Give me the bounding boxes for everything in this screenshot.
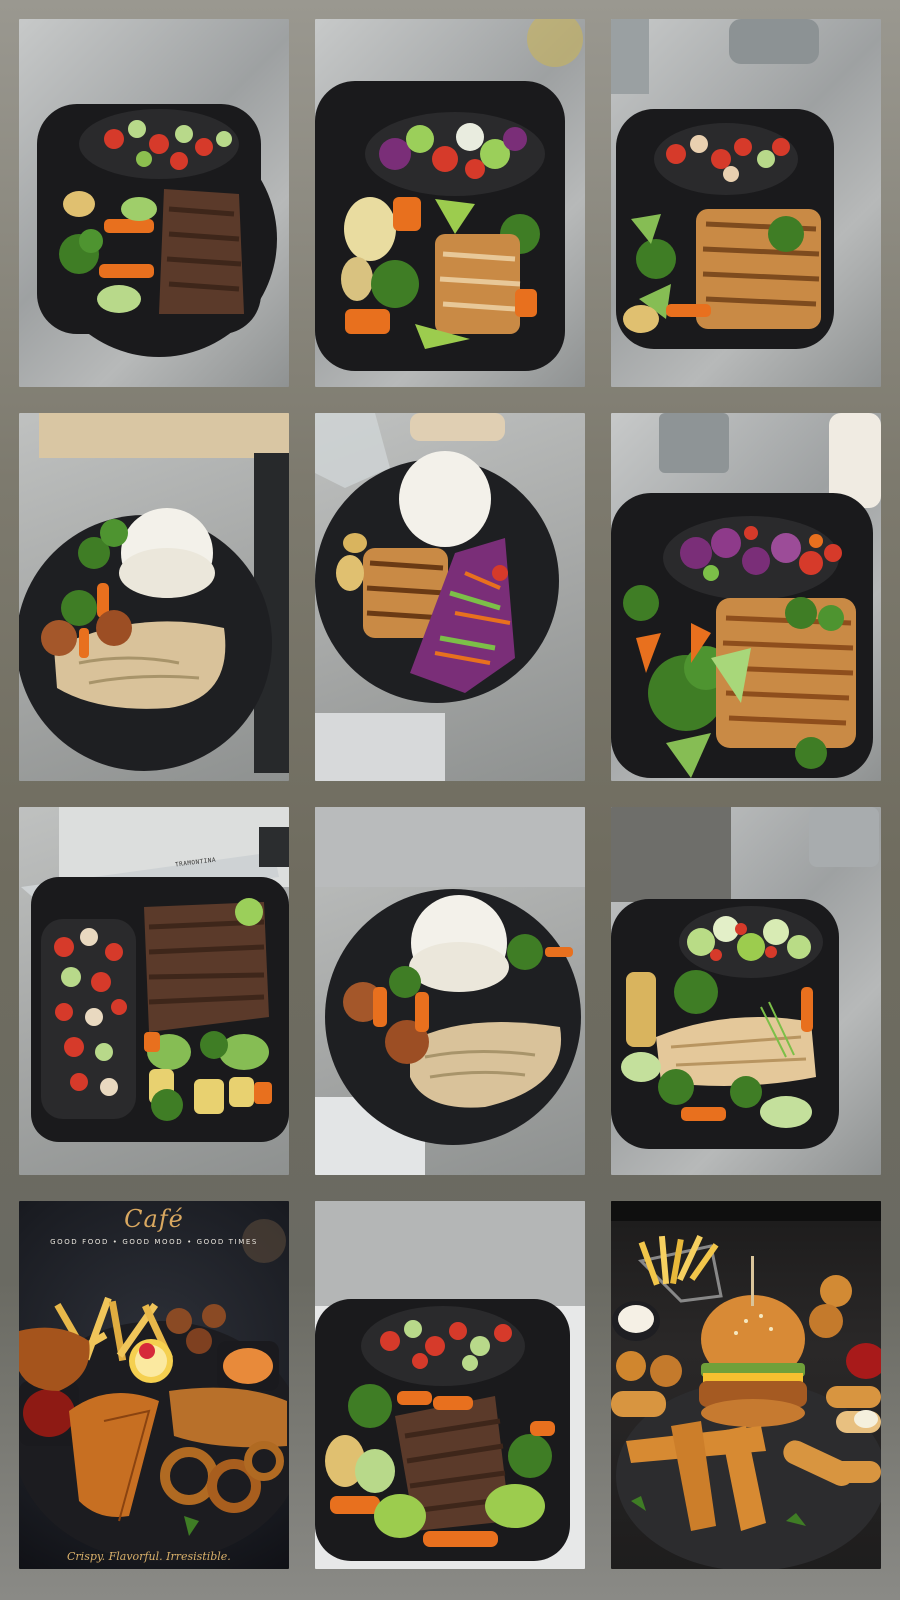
photo-12-image — [611, 1201, 881, 1569]
photo-6-image — [611, 413, 881, 778]
photo-8-image — [315, 807, 585, 1175]
food-photo-9 — [611, 807, 881, 1175]
photo-3-image — [611, 19, 834, 349]
food-photo-5 — [315, 413, 585, 781]
food-photo-6 — [611, 413, 881, 781]
food-photo-7: TRAMONTINA — [19, 807, 289, 1175]
food-photo-2 — [315, 19, 585, 387]
cafe-tagline: Crispy. Flavorful. Irresistible. — [67, 1550, 231, 1563]
photo-2-image — [315, 19, 583, 371]
cafe-title: Café — [124, 1205, 184, 1233]
food-photo-11 — [315, 1201, 585, 1569]
photo-5-image — [315, 413, 559, 781]
food-photo-3 — [611, 19, 881, 387]
food-photo-12 — [611, 1201, 881, 1569]
cafe-platter-image — [19, 1219, 289, 1561]
photo-1-image — [37, 104, 277, 357]
food-photo-4 — [19, 413, 289, 781]
food-photo-1 — [19, 19, 289, 387]
photo-4-image — [19, 413, 289, 773]
photo-collage: TRAMONTINA Café GOOD FOOD • GOOD MOOD • … — [19, 19, 881, 1581]
cafe-subtitle: GOOD FOOD • GOOD MOOD • GOOD TIMES — [50, 1238, 258, 1246]
photo-11-image — [315, 1201, 585, 1569]
food-photo-8 — [315, 807, 585, 1175]
photo-7-image — [21, 807, 289, 1142]
cafe-poster: Café GOOD FOOD • GOOD MOOD • GOOD TIMES … — [19, 1201, 289, 1569]
photo-9-image — [611, 807, 879, 1149]
